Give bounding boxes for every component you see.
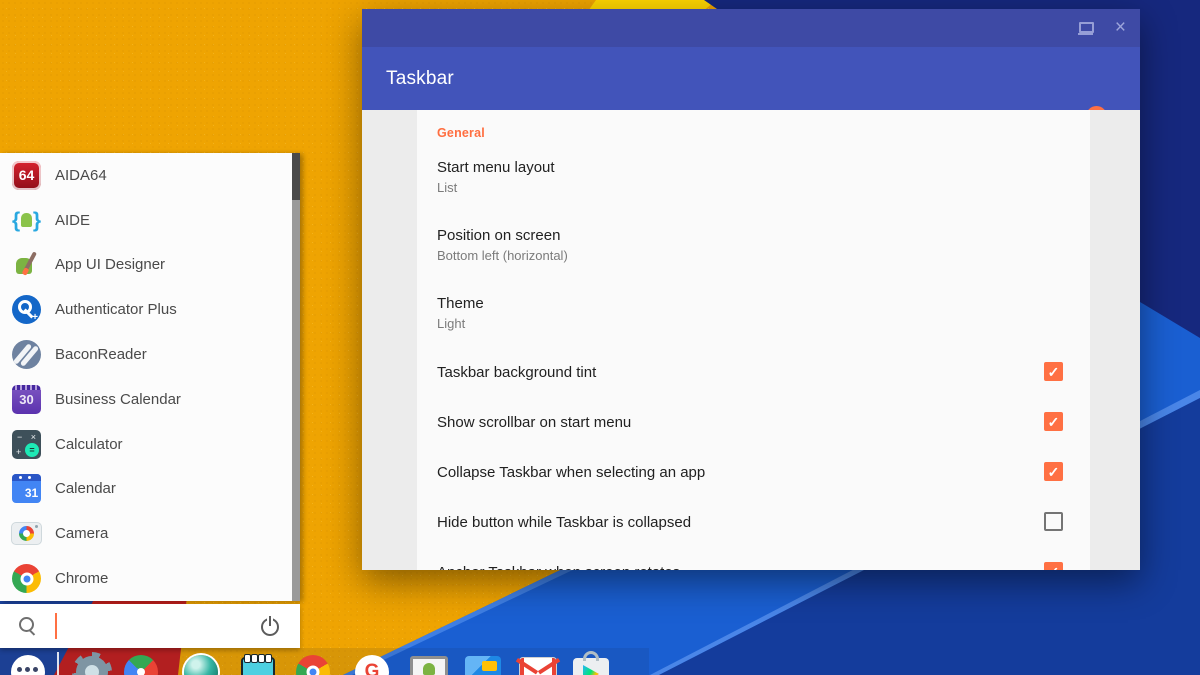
android-screen-app-icon[interactable] [410,656,448,675]
start-menu-scrollbar-thumb[interactable] [292,153,300,200]
start-menu-app-calendar[interactable]: 31 Calendar [0,467,300,512]
setting-position-on-screen[interactable]: Position on screen Bottom left (horizont… [437,227,997,263]
check-icon: ✓ [1047,363,1060,380]
baconreader-icon [12,340,41,370]
search-input[interactable] [62,612,236,642]
start-menu-app-chrome[interactable]: Chrome [0,556,300,601]
start-menu-app-authenticator-plus[interactable]: + Authenticator Plus [0,287,300,332]
check-icon: ✓ [1047,413,1060,430]
setting-theme[interactable]: Theme Light [437,295,997,331]
setting-taskbar-background-tint[interactable]: Taskbar background tint ✓ [437,362,1063,381]
taskbar-settings-window: × Taskbar General Start menu layout List… [362,9,1140,570]
section-header-general: General [437,126,485,140]
start-menu-app-business-calendar[interactable]: 30 Business Calendar [0,377,300,422]
search-icon [19,617,37,636]
checkbox[interactable]: ✓ [1044,462,1063,481]
setting-anchor-taskbar[interactable]: Anchor Taskbar when screen rotates ✓ [437,562,1063,570]
start-menu-search-bar [0,604,300,648]
window-titlebar[interactable]: × [362,9,1140,47]
gmail-icon[interactable] [515,658,561,675]
checkbox[interactable]: ✓ [1044,362,1063,381]
start-menu-app-aide[interactable]: {} AIDE [0,198,300,243]
start-menu-app-baconreader[interactable]: BaconReader [0,332,300,377]
aide-icon: {} [12,208,41,232]
start-menu-app-camera[interactable]: Camera [0,511,300,556]
text-caret [55,613,57,639]
app-bar: Taskbar [362,47,1140,127]
chrome-icon [12,564,41,594]
close-icon[interactable]: × [1115,18,1126,37]
desktop: × Taskbar General Start menu layout List… [0,0,1200,675]
setting-show-scrollbar[interactable]: Show scrollbar on start menu ✓ [437,412,1063,431]
authenticator-plus-icon: + [12,295,41,325]
checkbox[interactable]: ✓ [1044,562,1063,570]
file-manager-icon[interactable] [465,656,501,675]
taskbar-divider [57,652,59,675]
power-icon[interactable] [260,615,280,636]
start-menu-app-app-ui-designer[interactable]: App UI Designer [0,243,300,288]
check-icon: ✓ [1048,565,1060,571]
notepad-app-icon[interactable] [241,654,275,675]
calendar-icon: 31 [12,474,41,504]
play-store-icon[interactable] [573,651,609,675]
start-menu-scrollbar-track[interactable] [292,153,300,601]
check-icon: ✓ [1047,463,1060,480]
fullscreen-icon[interactable] [1077,21,1094,35]
business-calendar-icon: 30 [12,384,41,414]
settings-gear-icon[interactable] [72,652,112,675]
settings-content: General Start menu layout List Position … [362,110,1140,570]
camera-icon [12,519,41,548]
app-ui-designer-icon [12,250,41,279]
setting-collapse-taskbar[interactable]: Collapse Taskbar when selecting an app ✓ [437,462,1063,481]
start-menu: 64 AIDA64 {} AIDE App UI Designer + Auth… [0,153,300,601]
setting-start-menu-layout[interactable]: Start menu layout List [437,159,997,195]
start-menu-app-aida64[interactable]: 64 AIDA64 [0,153,300,198]
page-title: Taskbar [386,67,454,89]
aida64-icon: 64 [12,160,41,190]
calculator-icon: − × + = [12,429,41,459]
checkbox[interactable]: ✓ [1044,412,1063,431]
start-menu-app-calculator[interactable]: − × + = Calculator [0,422,300,467]
checkbox[interactable]: ✓ [1044,512,1063,531]
setting-hide-button[interactable]: Hide button while Taskbar is collapsed ✓ [437,512,1063,531]
